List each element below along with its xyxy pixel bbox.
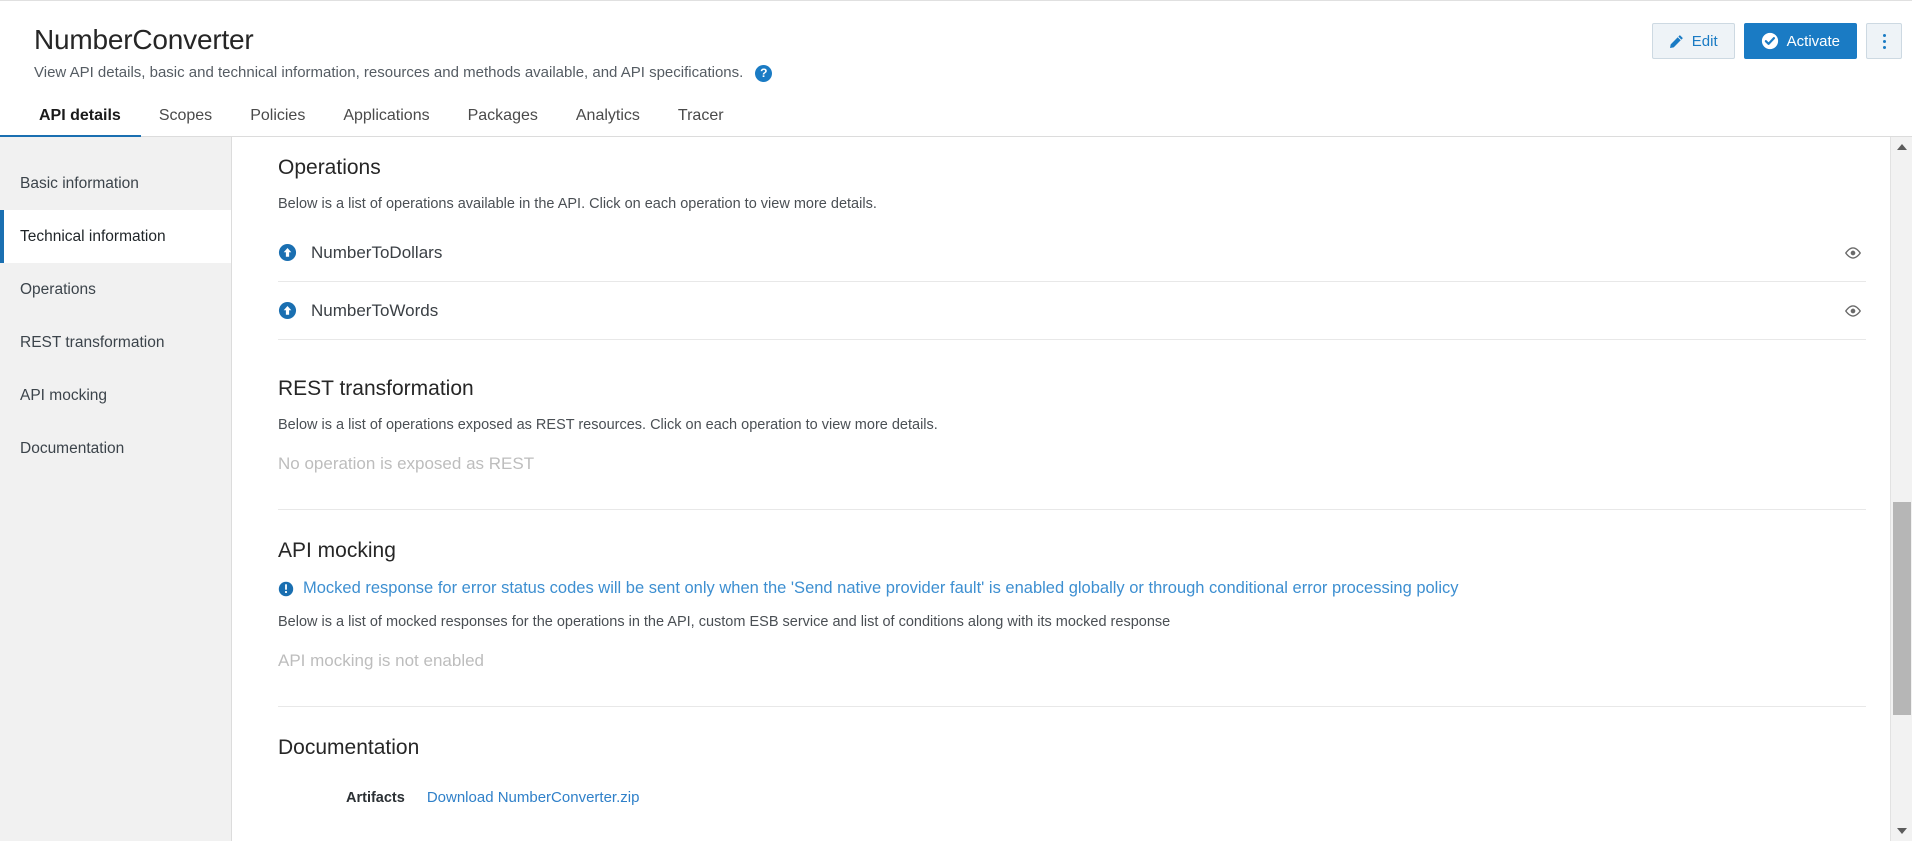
- api-details-page: NumberConverter View API details, basic …: [0, 0, 1912, 841]
- sidebar-item-documentation[interactable]: Documentation: [0, 422, 231, 475]
- check-circle-icon: [1761, 32, 1778, 50]
- eye-icon[interactable]: [1844, 244, 1862, 262]
- activate-button[interactable]: Activate: [1743, 23, 1857, 59]
- operation-name: NumberToDollars: [311, 242, 443, 262]
- tab-applications[interactable]: Applications: [324, 107, 448, 136]
- tab-tracer[interactable]: Tracer: [659, 107, 743, 136]
- api-mocking-section: API mocking Mocked response for error st…: [250, 538, 1866, 672]
- main-content: Operations Below is a list of operations…: [232, 137, 1912, 841]
- documentation-section: Documentation Artifacts Download NumberC…: [250, 735, 1866, 806]
- sidebar-item-technical-information[interactable]: Technical information: [0, 210, 231, 263]
- edit-button-label: Edit: [1691, 32, 1718, 50]
- tab-api-details[interactable]: API details: [0, 107, 141, 139]
- operation-row[interactable]: NumberToDollars: [278, 224, 1866, 282]
- sidebar-nav: Basic information Technical information …: [0, 137, 232, 841]
- pencil-icon: [1669, 34, 1683, 48]
- documentation-title: Documentation: [278, 736, 420, 759]
- api-mocking-info-text: Mocked response for error status codes w…: [303, 579, 1459, 597]
- api-mocking-title: API mocking: [278, 539, 396, 562]
- tab-analytics[interactable]: Analytics: [557, 107, 659, 136]
- activate-button-label: Activate: [1786, 32, 1840, 50]
- help-circle-icon[interactable]: ?: [755, 64, 773, 82]
- more-vertical-icon: [1882, 45, 1886, 49]
- operations-title: Operations: [278, 156, 381, 179]
- operation-arrow-icon: [278, 243, 297, 262]
- sidebar-item-api-mocking[interactable]: API mocking: [0, 369, 231, 422]
- tab-bar: API details Scopes Policies Applications…: [0, 97, 1912, 139]
- rest-transformation-description: Below is a list of operations exposed as…: [278, 417, 938, 433]
- page-subtitle-row: View API details, basic and technical in…: [34, 63, 1878, 83]
- artifacts-label: Artifacts: [346, 790, 405, 806]
- api-mocking-empty-state: API mocking is not enabled: [278, 651, 485, 670]
- page-title: NumberConverter: [34, 24, 254, 55]
- sidebar-item-basic-information[interactable]: Basic information: [0, 157, 231, 210]
- section-divider: [278, 706, 1866, 707]
- api-mocking-description: Below is a list of mocked responses for …: [278, 614, 1171, 630]
- operations-section: Operations Below is a list of operations…: [250, 155, 1866, 340]
- header-text-block: NumberConverter View API details, basic …: [0, 17, 1912, 83]
- section-divider: [278, 509, 1866, 510]
- tab-scopes[interactable]: Scopes: [140, 107, 231, 136]
- artifact-download-link[interactable]: Download NumberConverter.zip: [427, 789, 640, 806]
- scrollbar-track[interactable]: [1891, 157, 1912, 821]
- scrollbar-thumb[interactable]: [1892, 502, 1911, 715]
- scroll-up-arrow-icon[interactable]: [1891, 137, 1912, 157]
- more-vertical-icon: [1882, 39, 1886, 43]
- operation-name: NumberToWords: [311, 300, 439, 320]
- vertical-scrollbar[interactable]: [1890, 137, 1912, 841]
- eye-icon[interactable]: [1844, 302, 1862, 320]
- page-subtitle: View API details, basic and technical in…: [34, 64, 744, 81]
- api-mocking-info-banner: Mocked response for error status codes w…: [278, 578, 1866, 599]
- sidebar-item-rest-transformation[interactable]: REST transformation: [0, 316, 231, 369]
- operations-description: Below is a list of operations available …: [278, 196, 877, 212]
- rest-transformation-section: REST transformation Below is a list of o…: [250, 376, 1866, 475]
- header-actions: Edit Activate: [1651, 23, 1902, 59]
- page-header: NumberConverter View API details, basic …: [0, 0, 1912, 83]
- scroll-down-arrow-icon[interactable]: [1891, 821, 1912, 841]
- page-body: Basic information Technical information …: [0, 137, 1912, 841]
- tab-policies[interactable]: Policies: [231, 107, 324, 136]
- sidebar-item-operations[interactable]: Operations: [0, 263, 231, 316]
- documentation-artifacts-row: Artifacts Download NumberConverter.zip: [278, 789, 1866, 806]
- edit-button[interactable]: Edit: [1651, 23, 1735, 59]
- operations-list: NumberToDollars NumberToWords: [278, 224, 1866, 340]
- more-vertical-icon: [1882, 33, 1886, 37]
- operation-arrow-icon: [278, 301, 297, 320]
- more-options-button[interactable]: [1866, 23, 1902, 59]
- info-circle-icon: [278, 581, 294, 597]
- operation-row[interactable]: NumberToWords: [278, 282, 1866, 340]
- rest-transformation-empty-state: No operation is exposed as REST: [278, 454, 535, 473]
- rest-transformation-title: REST transformation: [278, 377, 474, 400]
- tab-packages[interactable]: Packages: [449, 107, 557, 136]
